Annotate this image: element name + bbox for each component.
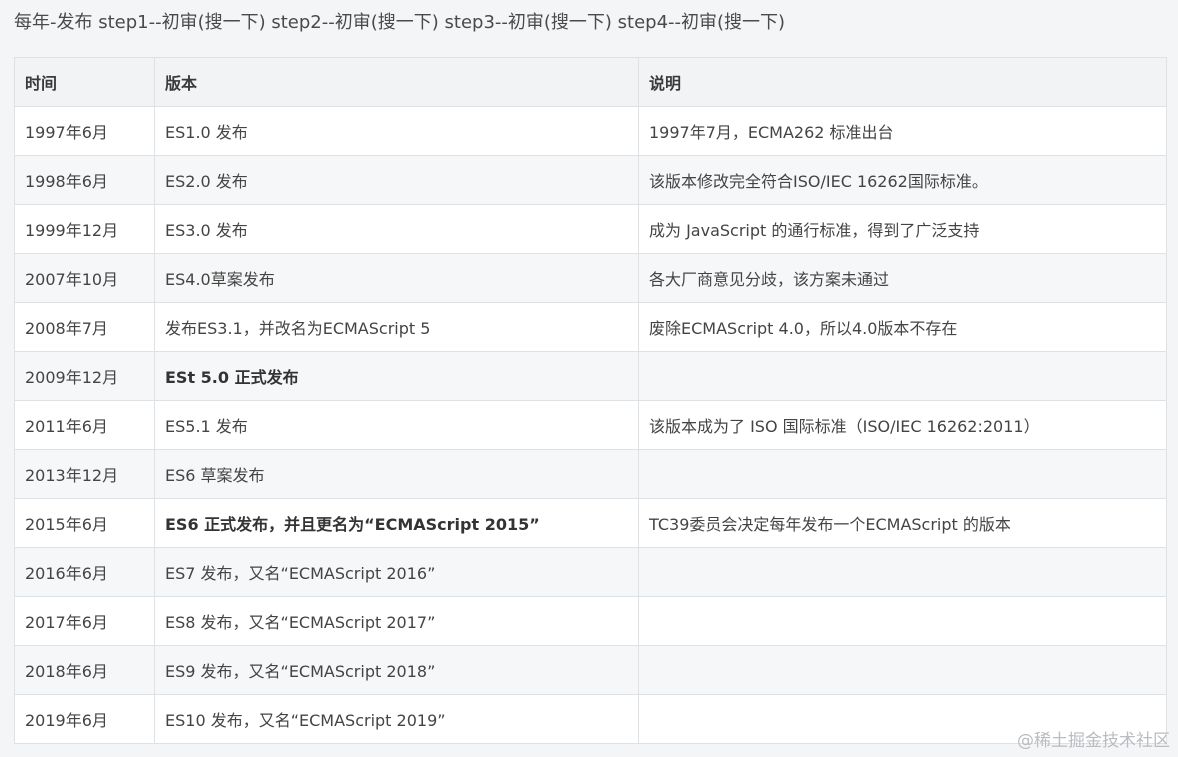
table-body: 1997年6月 ES1.0 发布 1997年7月，ECMA262 标准出台 1998年…	[14, 106, 1167, 744]
cell-note: 成为 JavaScript 的通行标准，得到了广泛支持	[638, 204, 1167, 254]
table-header-row: 时间 版本 说明	[14, 57, 1167, 107]
cell-note	[638, 547, 1167, 597]
header-time: 时间	[14, 57, 155, 107]
cell-time: 2013年12月	[14, 449, 155, 499]
version-history-table: 时间 版本 说明 1997年6月 ES1.0 发布 1997年7月，ECMA262 …	[14, 57, 1167, 744]
watermark: @稀土掘金技术社区	[1017, 731, 1170, 751]
cell-time: 1999年12月	[14, 204, 155, 254]
header-note: 说明	[638, 57, 1167, 107]
cell-time: 2019年6月	[14, 694, 155, 744]
cell-time: 2007年10月	[14, 253, 155, 303]
cell-time: 1997年6月	[14, 106, 155, 156]
cell-note: 该版本成为了 ISO 国际标准（ISO/IEC 16262:2011）	[638, 400, 1167, 450]
cell-note: TC39委员会决定每年发布一个ECMAScript 的版本	[638, 498, 1167, 548]
cell-version: ES10 发布，又名“ECMAScript 2019”	[154, 694, 639, 744]
table-row: 2018年6月 ES9 发布，又名“ECMAScript 2018”	[14, 645, 1167, 695]
cell-note: 1997年7月，ECMA262 标准出台	[638, 106, 1167, 156]
cell-version: ES6 正式发布，并且更名为“ECMAScript 2015”	[154, 498, 639, 548]
table-row: 2007年10月 ES4.0草案发布 各大厂商意见分歧，该方案未通过	[14, 253, 1167, 303]
cell-note	[638, 449, 1167, 499]
cell-time: 2011年6月	[14, 400, 155, 450]
cell-time: 2016年6月	[14, 547, 155, 597]
cell-note	[638, 645, 1167, 695]
table-row: 1997年6月 ES1.0 发布 1997年7月，ECMA262 标准出台	[14, 106, 1167, 156]
cell-version: ES2.0 发布	[154, 155, 639, 205]
header-version: 版本	[154, 57, 639, 107]
table-row: 2016年6月 ES7 发布，又名“ECMAScript 2016”	[14, 547, 1167, 597]
cell-version: ES8 发布，又名“ECMAScript 2017”	[154, 596, 639, 646]
cell-version: ES5.1 发布	[154, 400, 639, 450]
cell-note: 废除ECMAScript 4.0，所以4.0版本不存在	[638, 302, 1167, 352]
cell-version: ES3.0 发布	[154, 204, 639, 254]
cell-time: 2017年6月	[14, 596, 155, 646]
cell-time: 2009年12月	[14, 351, 155, 401]
cell-time: 2015年6月	[14, 498, 155, 548]
table-row: 2013年12月 ES6 草案发布	[14, 449, 1167, 499]
cell-version: ES4.0草案发布	[154, 253, 639, 303]
intro-text: 每年-发布 step1--初审(搜一下) step2--初审(搜一下) step…	[14, 12, 786, 33]
table-row: 1998年6月 ES2.0 发布 该版本修改完全符合ISO/IEC 16262国际标…	[14, 155, 1167, 205]
table-row: 2011年6月 ES5.1 发布 该版本成为了 ISO 国际标准（ISO/IEC 1…	[14, 400, 1167, 450]
cell-version: ES6 草案发布	[154, 449, 639, 499]
cell-version: ES1.0 发布	[154, 106, 639, 156]
table-row: 2017年6月 ES8 发布，又名“ECMAScript 2017”	[14, 596, 1167, 646]
table-row: 1999年12月 ES3.0 发布 成为 JavaScript 的通行标准，得到了广…	[14, 204, 1167, 254]
table-row: 2008年7月 发布ES3.1，并改名为ECMAScript 5 废除ECMAScr…	[14, 302, 1167, 352]
table-row: 2009年12月 ESt 5.0 正式发布	[14, 351, 1167, 401]
cell-time: 1998年6月	[14, 155, 155, 205]
cell-time: 2018年6月	[14, 645, 155, 695]
cell-note: 各大厂商意见分歧，该方案未通过	[638, 253, 1167, 303]
cell-note: 该版本修改完全符合ISO/IEC 16262国际标准。	[638, 155, 1167, 205]
cell-version: ES9 发布，又名“ECMAScript 2018”	[154, 645, 639, 695]
table-row: 2015年6月 ES6 正式发布，并且更名为“ECMAScript 2015” TC…	[14, 498, 1167, 548]
cell-version: ES7 发布，又名“ECMAScript 2016”	[154, 547, 639, 597]
table-row: 2019年6月 ES10 发布，又名“ECMAScript 2019”	[14, 694, 1167, 744]
cell-note	[638, 596, 1167, 646]
cell-note	[638, 351, 1167, 401]
cell-time: 2008年7月	[14, 302, 155, 352]
cell-version: ESt 5.0 正式发布	[154, 351, 639, 401]
cell-version: 发布ES3.1，并改名为ECMAScript 5	[154, 302, 639, 352]
